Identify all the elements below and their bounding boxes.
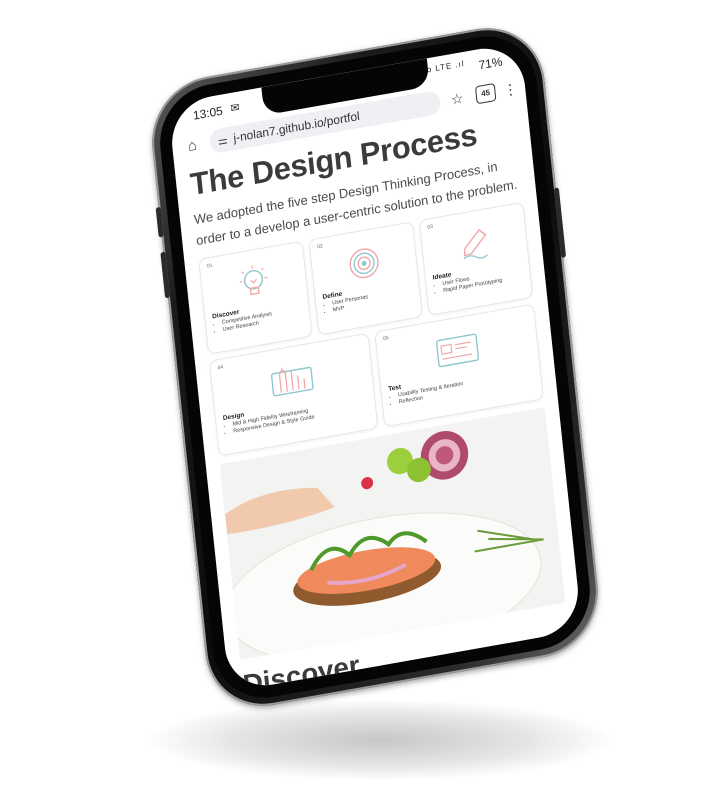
step-card-design: 04 Design Mid & High Fidelity Wireframin… <box>208 332 379 457</box>
page-content: The Design Process We adopted the five s… <box>174 104 582 692</box>
phone-screen: 13:05 ✉ Vo LTE .ıl 71% ⌂ ⚌ j-nolan7.gith… <box>167 41 583 693</box>
step-card-test: 05 Test Usability Testing & Iteration Re… <box>374 303 544 428</box>
home-icon[interactable]: ⌂ <box>180 135 205 156</box>
bookmark-star-icon[interactable]: ☆ <box>445 88 468 109</box>
step-card-define: 02 Define User Personas MVP <box>308 221 423 336</box>
mail-icon: ✉ <box>229 101 241 116</box>
battery-level: 71% <box>477 54 504 73</box>
site-settings-icon[interactable]: ⚌ <box>217 133 228 148</box>
more-menu-icon[interactable]: ⋮ <box>503 80 519 99</box>
tab-count-button[interactable]: 45 <box>474 82 497 105</box>
status-time: 13:05 <box>192 103 224 123</box>
step-card-ideate: 03 Ideate User Flows Rapid Paper Prototy… <box>418 201 534 316</box>
step-card-discover: 01 Discover Competitive Analysis User Re… <box>198 240 313 355</box>
phone-mockup: 13:05 ✉ Vo LTE .ıl 71% ⌂ ⚌ j-nolan7.gith… <box>146 18 604 716</box>
